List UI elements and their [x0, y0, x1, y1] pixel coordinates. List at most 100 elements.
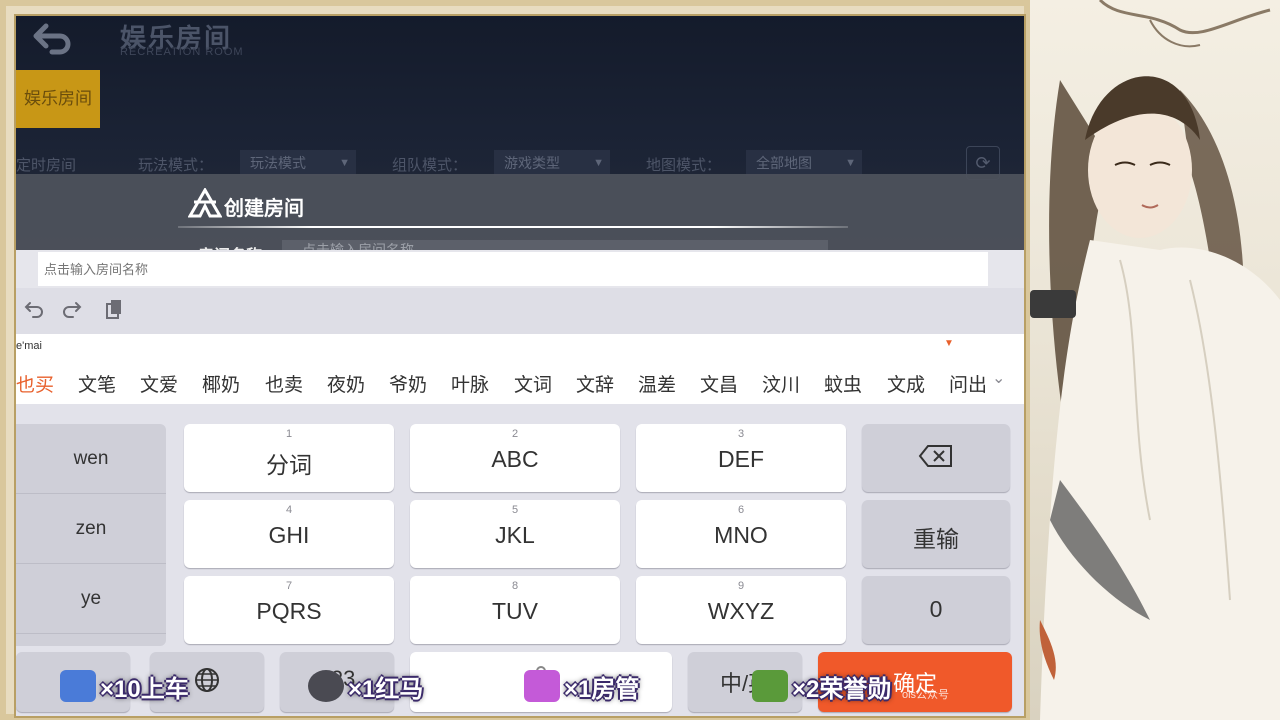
watermark: ols公众号 — [902, 689, 950, 701]
pinyin-composition: e'mai — [16, 340, 42, 352]
key-4[interactable]: 4 GHI — [184, 500, 394, 568]
badge-text: ×2荣誉勋 — [792, 675, 892, 703]
redo-icon[interactable] — [58, 298, 86, 324]
map-mode-select[interactable]: 全部地图 ▼ — [746, 150, 862, 176]
key-label: GHI — [268, 522, 310, 548]
backspace-icon — [862, 444, 1010, 474]
key-label: 0 — [929, 596, 943, 622]
key-label: 重输 — [913, 526, 959, 552]
badge-red-horse: ×1红马 — [308, 666, 423, 706]
team-mode-label: 组队模式： — [392, 157, 468, 174]
badge-text: ×10上车 — [100, 675, 189, 703]
candidate-item[interactable]: 汶川 — [762, 370, 800, 397]
key-label: ABC — [491, 446, 539, 472]
badge-boarding: ×10上车 — [60, 666, 189, 706]
key-8[interactable]: 8 TUV — [410, 576, 620, 644]
chevron-down-icon: ▼ — [845, 157, 856, 169]
badge-honor: ×2荣誉勋 — [752, 666, 891, 706]
pinyin-options: wen zen ye — [16, 424, 166, 646]
game-screen: 娱乐房间 RECREATION ROOM 娱乐房间 定时房间 玩法模式： 玩法模… — [14, 14, 1026, 718]
candidate-bar: e'mai ▼ 也买 文笔 文爱 椰奶 也卖 夜奶 爷奶 叶脉 文词 文辞 温差… — [16, 334, 1024, 404]
team-mode-select[interactable]: 游戏类型 ▼ — [494, 150, 610, 176]
wings-icon — [524, 670, 560, 702]
room-name-input[interactable] — [38, 252, 988, 286]
candidate-item[interactable]: 文昌 — [700, 370, 738, 397]
clipboard-icon[interactable] — [100, 298, 128, 324]
key-1[interactable]: 1 分词 — [184, 424, 394, 492]
map-mode-label: 地图模式： — [646, 157, 722, 174]
ime-input-bar — [16, 250, 1024, 288]
pinyin-option[interactable]: zen — [16, 494, 166, 564]
page-subtitle: RECREATION ROOM — [120, 46, 244, 58]
back-arrow-icon[interactable] — [30, 20, 74, 56]
key-number: 3 — [737, 428, 745, 440]
turtle-icon — [752, 670, 788, 702]
key-label: WXYZ — [707, 598, 775, 624]
badge-text: ×1红马 — [348, 675, 424, 703]
key-7[interactable]: 7 PQRS — [184, 576, 394, 644]
candidate-item[interactable]: 温差 — [638, 370, 676, 397]
game-area: 娱乐房间 RECREATION ROOM 娱乐房间 定时房间 玩法模式： 玩法模… — [16, 16, 1024, 252]
candidate-item[interactable]: 爷奶 — [389, 370, 427, 397]
key-number: 8 — [511, 580, 519, 592]
chevron-down-icon[interactable]: ⌄ — [992, 368, 1005, 388]
candidate-item[interactable]: 蚊虫 — [824, 370, 862, 397]
timed-room-label[interactable]: 定时房间 — [16, 154, 76, 175]
ime-toolbar — [16, 288, 1024, 334]
undo-icon[interactable] — [20, 298, 48, 324]
stream-frame: 娱乐房间 RECREATION ROOM 娱乐房间 定时房间 玩法模式： 玩法模… — [0, 0, 1030, 720]
candidate-item[interactable]: 也卖 — [265, 370, 303, 397]
key-number: 7 — [285, 580, 293, 592]
key-label: JKL — [495, 522, 535, 548]
key-number: 5 — [511, 504, 519, 516]
key-2[interactable]: 2 ABC — [410, 424, 620, 492]
key-label: 分词 — [266, 452, 312, 478]
key-6[interactable]: 6 MNO — [636, 500, 846, 568]
candidate-item[interactable]: 叶脉 — [451, 370, 489, 397]
play-mode-label: 玩法模式： — [138, 157, 214, 174]
key-number: 4 — [285, 504, 293, 516]
tab-recreation-room[interactable]: 娱乐房间 — [16, 70, 100, 128]
candidate-item[interactable]: 文爱 — [140, 370, 178, 397]
play-mode-value: 玩法模式 — [250, 155, 306, 171]
candidate-item[interactable]: 也买 — [16, 370, 54, 397]
reinput-key[interactable]: 重输 — [862, 500, 1010, 568]
pinyin-option[interactable]: ye — [16, 564, 166, 634]
artwork-illustration — [1030, 0, 1280, 720]
badge-text: ×1房管 — [564, 675, 640, 703]
badge-room-admin: ×1房管 — [524, 666, 639, 706]
team-mode-value: 游戏类型 — [504, 155, 560, 171]
key-label: TUV — [492, 598, 538, 624]
dialog-title: 创建房间 — [224, 198, 304, 220]
play-mode-select[interactable]: 玩法模式 ▼ — [240, 150, 356, 176]
key-number: 6 — [737, 504, 745, 516]
candidate-item[interactable]: 夜奶 — [327, 370, 365, 397]
candidate-item[interactable]: 文笔 — [78, 370, 116, 397]
key-label: PQRS — [256, 598, 322, 624]
candidate-item[interactable]: 文成 — [887, 370, 925, 397]
key-5[interactable]: 5 JKL — [410, 500, 620, 568]
pinyin-option[interactable]: wen — [16, 424, 166, 494]
chevron-down-icon: ▼ — [593, 157, 604, 169]
decorative-artwork — [1030, 0, 1280, 720]
key-label: MNO — [714, 522, 768, 548]
key-9[interactable]: 9 WXYZ — [636, 576, 846, 644]
candidate-item[interactable]: 问出 — [949, 370, 987, 397]
key-number: 2 — [511, 428, 519, 440]
create-room-dialog: 创建房间 房间名称 点击输入房间名称 — [16, 174, 1024, 252]
key-3[interactable]: 3 DEF — [636, 424, 846, 492]
dialog-divider — [178, 226, 848, 228]
key-label: DEF — [718, 446, 764, 472]
ime-marker-icon: ▼ — [944, 338, 954, 349]
key-0[interactable]: 0 — [862, 576, 1010, 644]
game-logo-icon — [187, 186, 223, 218]
key-number: 9 — [737, 580, 745, 592]
delete-key[interactable] — [862, 424, 1010, 492]
candidate-item[interactable]: 椰奶 — [202, 370, 240, 397]
map-mode-value: 全部地图 — [756, 155, 812, 171]
penguin-icon — [308, 670, 344, 702]
candidate-item[interactable]: 文词 — [514, 370, 552, 397]
candidate-item[interactable]: 文辞 — [576, 370, 614, 397]
chevron-down-icon: ▼ — [339, 157, 350, 169]
key-number: 1 — [285, 428, 293, 440]
